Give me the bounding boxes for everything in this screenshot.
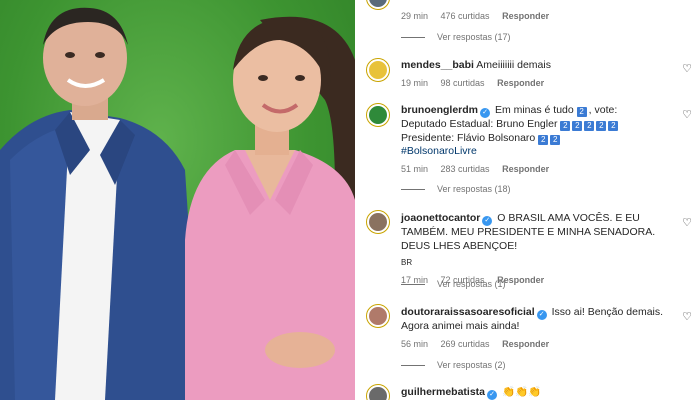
reply-button[interactable]: Responder xyxy=(502,164,549,174)
comment-meta: 51 min 283 curtidas Responder xyxy=(401,163,674,177)
number-emoji-icon: 2 xyxy=(576,107,587,117)
man-in-blue-suit xyxy=(0,7,200,400)
comment-text: 👏👏👏 xyxy=(501,386,542,398)
avatar[interactable] xyxy=(366,103,390,127)
comment-username[interactable]: doutoraraissasoaresoficial xyxy=(401,306,535,318)
comment-meta: 56 min 269 curtidas Responder xyxy=(401,338,674,352)
avatar[interactable] xyxy=(366,58,390,82)
comment-time: 29 min xyxy=(401,11,429,21)
comment-note: BR xyxy=(401,258,413,267)
comment-text-line1: Em minas é tudo xyxy=(494,104,574,116)
heart-outline-icon[interactable]: ♡ xyxy=(682,62,692,75)
verified-badge-icon: ✓ xyxy=(536,310,547,320)
avatar[interactable] xyxy=(366,384,390,400)
comment-username[interactable]: mendes__babi xyxy=(401,59,474,71)
heart-outline-icon[interactable]: ♡ xyxy=(682,310,692,323)
number-emoji-icon: 2 xyxy=(584,121,595,131)
verified-badge-icon: ✓ xyxy=(482,216,493,226)
view-replies-button[interactable]: Ver respostas (18) xyxy=(401,184,511,194)
comment-likes[interactable]: 283 curtidas xyxy=(441,164,490,174)
post-photo xyxy=(0,0,355,400)
comment-meta: 19 min 98 curtidas Responder xyxy=(401,77,674,91)
number-emoji-icon: 2 xyxy=(550,134,561,145)
reply-button[interactable]: Responder xyxy=(497,78,544,88)
reply-button[interactable]: Responder xyxy=(502,339,549,349)
comment-time: 19 min xyxy=(401,77,429,88)
view-replies-button[interactable]: Ver respostas (1) xyxy=(401,279,506,289)
view-replies-button[interactable]: Ver respostas (2) xyxy=(401,360,506,370)
woman-in-pink-shirt xyxy=(185,16,355,400)
hashtag-link[interactable]: #BolsonaroLivre xyxy=(401,145,477,157)
comment-username[interactable]: joaonettocantor xyxy=(401,212,480,224)
comment-username[interactable]: bruno​englerdm xyxy=(401,104,478,116)
comment-text-line2: Deputado Estadual: Bruno Engler xyxy=(401,118,558,130)
view-replies-button[interactable]: Ver respostas (17) xyxy=(401,32,511,42)
comment-text-line3: Presidente: Flávio Bolsonaro xyxy=(401,131,536,144)
comment-likes[interactable]: 476 curtidas xyxy=(441,11,490,21)
comment-text-line1-end: , vote: xyxy=(588,104,618,116)
comment-likes[interactable]: 269 curtidas xyxy=(441,339,490,349)
comment-username[interactable]: guilhermebatista xyxy=(401,386,485,398)
verified-badge-icon: ✓ xyxy=(480,108,491,118)
number-emoji-icon: 2 xyxy=(538,134,549,145)
comment-meta: 29 min 476 curtidas Responder xyxy=(401,10,674,24)
heart-outline-icon[interactable]: ♡ xyxy=(682,216,692,229)
reply-button[interactable]: Responder xyxy=(502,11,549,21)
number-emoji-icon: 2 xyxy=(560,121,571,131)
avatar[interactable] xyxy=(366,0,390,10)
comment-likes[interactable]: 98 curtidas xyxy=(441,78,485,88)
avatar[interactable] xyxy=(366,210,390,234)
number-emoji-icon: 2 xyxy=(596,121,607,131)
comment-text: Ameiiiiiii demais xyxy=(476,59,551,71)
number-emoji-icon: 2 xyxy=(572,121,583,131)
heart-outline-icon[interactable]: ♡ xyxy=(682,108,692,121)
comment-time: 51 min xyxy=(401,163,429,174)
avatar[interactable] xyxy=(366,304,390,328)
number-emoji-icon: 2 xyxy=(608,121,619,131)
comment-time: 56 min xyxy=(401,338,429,349)
verified-badge-icon: ✓ xyxy=(487,390,498,400)
comments-panel[interactable]: 29 min 476 curtidas Responder Ver respos… xyxy=(355,0,700,400)
